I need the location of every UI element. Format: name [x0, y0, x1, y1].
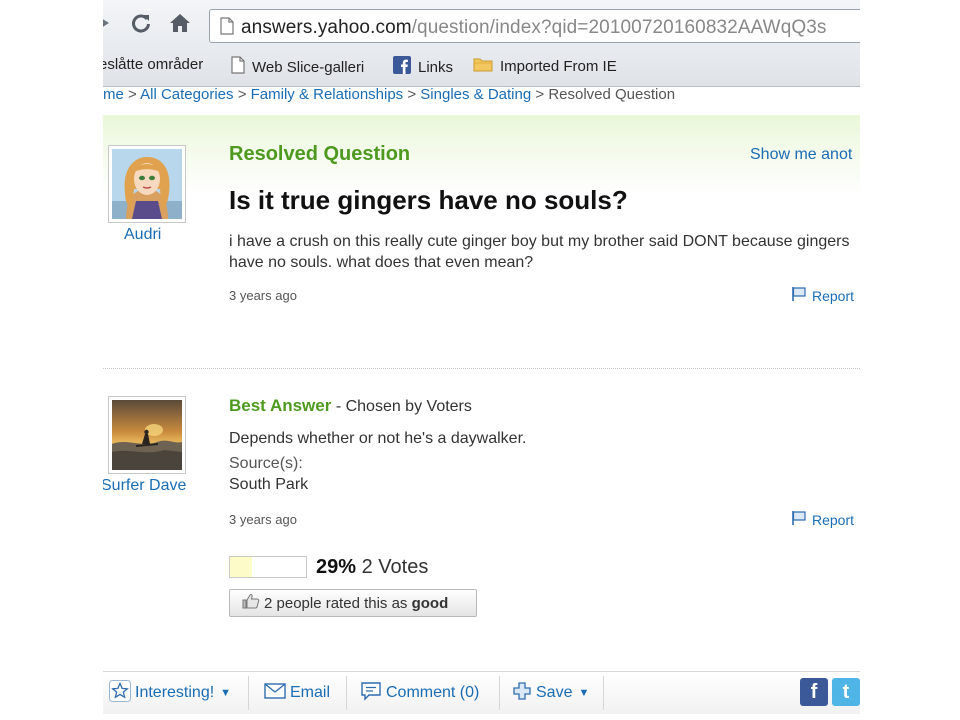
show-me-another-link[interactable]: Show me anot: [750, 146, 852, 164]
bookmark-links[interactable]: Links: [393, 56, 453, 78]
vote-percentage-bar: [229, 556, 307, 578]
vote-percentage-fill: [230, 557, 253, 577]
breadcrumb-separator: >: [407, 86, 417, 103]
flag-icon: [791, 286, 812, 305]
page-icon: [231, 56, 252, 78]
bookmark-label: Web Slice-galleri: [252, 58, 365, 76]
bookmark-label: Imported From IE: [500, 57, 617, 75]
vote-percent: 29%: [316, 556, 357, 578]
toolbar-divider: [499, 676, 500, 710]
answerer-name[interactable]: Surfer Dave: [103, 477, 186, 495]
question-timestamp: 3 years ago: [229, 288, 297, 303]
chevron-down-icon: ▼: [578, 687, 590, 699]
rated-text: 2 people rated this as: [264, 594, 408, 612]
breadcrumb-separator: >: [535, 86, 545, 103]
bookmark-label: Links: [418, 58, 454, 76]
thumbs-up-icon: [242, 593, 264, 613]
reload-icon: [130, 12, 152, 39]
avatar-surfer-image: [112, 400, 182, 470]
vote-summary: 29% 2 Votes: [316, 556, 428, 579]
url-text: answers.yahoo.com/question/index?qid=201…: [241, 17, 827, 39]
home-icon: [169, 12, 191, 39]
section-divider: [103, 368, 860, 369]
best-answer-label: Best Answer: [229, 396, 332, 415]
plus-icon: [512, 681, 536, 706]
toolbar-divider: [248, 676, 249, 710]
reload-button[interactable]: [128, 12, 154, 38]
facebook-share-button[interactable]: f: [800, 678, 828, 706]
answer-timestamp: 3 years ago: [229, 512, 297, 527]
toolbar-divider: [346, 676, 347, 710]
forward-arrow-icon: [103, 15, 113, 36]
comment-button[interactable]: Comment (0): [360, 672, 479, 714]
save-button[interactable]: Save ▼: [512, 672, 589, 714]
asker-name[interactable]: Audri: [124, 226, 161, 244]
breadcrumb-singles-dating[interactable]: Singles & Dating: [420, 86, 531, 103]
toolbar-divider: [603, 676, 604, 710]
interesting-button[interactable]: Interesting! ▼: [109, 672, 231, 714]
question-title: Is it true gingers have no souls?: [229, 185, 628, 215]
browser-screenshot: answers.yahoo.com/question/index?qid=201…: [103, 0, 860, 720]
question-body: i have a crush on this really cute ginge…: [229, 233, 850, 271]
facebook-icon: f: [810, 680, 818, 703]
interesting-label: Interesting!: [135, 684, 215, 701]
breadcrumb-separator: >: [237, 86, 247, 103]
breadcrumb-home[interactable]: me: [103, 86, 124, 103]
best-answer-header: Best Answer - Chosen by Voters: [229, 396, 472, 416]
breadcrumb-separator: >: [128, 86, 137, 103]
home-button[interactable]: [167, 12, 193, 38]
resolved-question-heading: Resolved Question: [229, 143, 411, 165]
browser-chrome: answers.yahoo.com/question/index?qid=201…: [103, 0, 860, 87]
star-icon: [109, 679, 135, 707]
twitter-icon: t: [842, 680, 850, 703]
source-value: South Park: [229, 476, 309, 493]
asker-avatar[interactable]: [108, 145, 186, 223]
twitter-share-button[interactable]: t: [832, 678, 860, 706]
report-answer-link[interactable]: Report: [791, 510, 854, 529]
rated-good-button[interactable]: 2 people rated this as good: [229, 589, 477, 617]
report-label: Report: [812, 511, 855, 528]
url-path: /question/index?qid=20100720160832AAWqQ3…: [411, 17, 827, 38]
rated-word: good: [411, 594, 449, 612]
folder-icon: [473, 56, 500, 76]
bookmark-label: eslåtte områder: [103, 56, 204, 73]
facebook-icon: [393, 56, 418, 78]
comment-icon: [360, 681, 386, 706]
bookmarks-bar: eslåtte områder Web Slice-galleri Links …: [103, 54, 860, 80]
address-bar[interactable]: answers.yahoo.com/question/index?qid=201…: [209, 9, 860, 43]
save-label: Save: [536, 684, 573, 701]
bookmark-suggested-sites[interactable]: eslåtte områder: [103, 56, 203, 73]
bookmark-web-slice-gallery[interactable]: Web Slice-galleri: [231, 56, 364, 78]
comment-label: Comment (0): [386, 684, 480, 701]
breadcrumb-all-categories[interactable]: All Categories: [140, 86, 233, 103]
report-label: Report: [812, 287, 855, 304]
chevron-down-icon: ▼: [220, 687, 232, 699]
breadcrumb-current: Resolved Question: [548, 86, 676, 103]
vote-count: 2 Votes: [361, 556, 429, 578]
breadcrumb: me > All Categories > Family & Relations…: [103, 86, 675, 103]
answer-text: Depends whether or not he's a daywalker.: [229, 430, 527, 447]
flag-icon: [791, 510, 812, 529]
action-toolbar: Interesting! ▼ Email Comment (0) Save ▼ …: [103, 671, 860, 714]
url-host: answers.yahoo.com: [241, 17, 412, 38]
avatar-girl-image: [112, 149, 182, 219]
answerer-avatar[interactable]: [108, 396, 186, 474]
envelope-icon: [264, 682, 290, 704]
source-label: Source(s):: [229, 455, 303, 472]
bookmark-imported-from-ie[interactable]: Imported From IE: [473, 56, 617, 76]
breadcrumb-family-relationships[interactable]: Family & Relationships: [251, 86, 404, 103]
page-icon: [220, 17, 234, 40]
email-button[interactable]: Email: [264, 672, 330, 714]
chosen-by-voters-text: - Chosen by Voters: [335, 398, 472, 415]
email-label: Email: [290, 684, 331, 701]
report-question-link[interactable]: Report: [791, 286, 854, 305]
forward-button[interactable]: [103, 12, 119, 38]
